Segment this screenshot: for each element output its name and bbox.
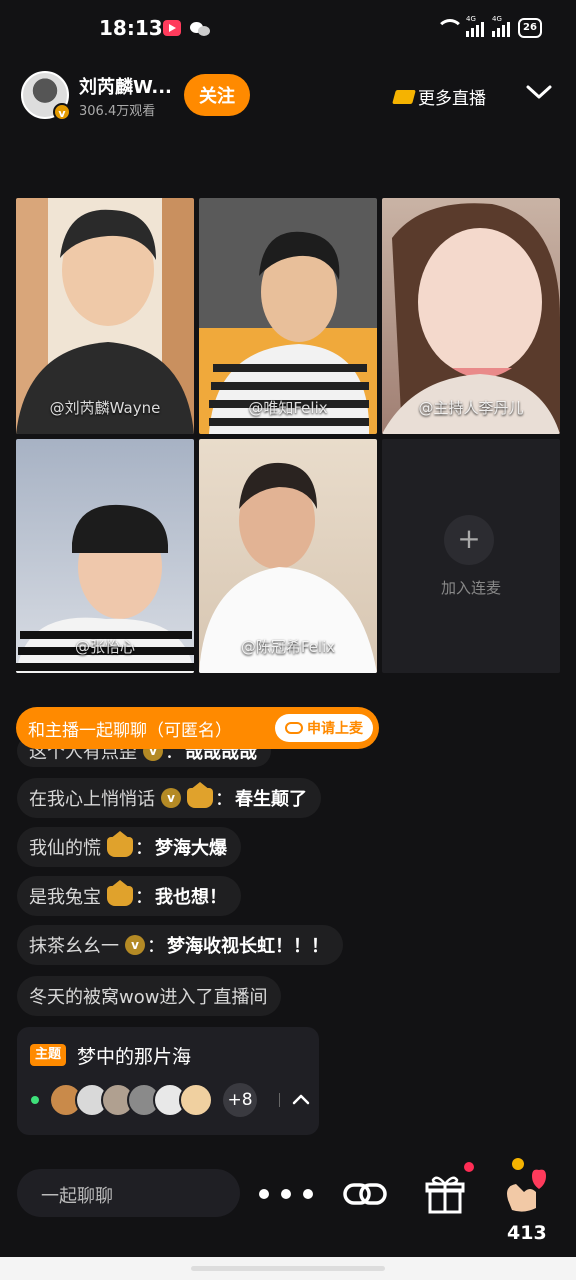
comment-text: 我也想！ bbox=[155, 887, 227, 908]
apply-mic-label: 申请上麦 bbox=[307, 721, 363, 737]
topic-tag: 主题 bbox=[30, 1044, 67, 1066]
guest-name: @张怡心 bbox=[74, 638, 135, 656]
join-mic-label: 加入连麦 bbox=[440, 579, 501, 597]
ticket-icon bbox=[392, 89, 416, 104]
divider bbox=[279, 1093, 280, 1107]
more-live-label: 更多直播 bbox=[418, 89, 486, 109]
crown-badge-icon bbox=[107, 831, 133, 857]
comment-user[interactable]: 我仙的慌 bbox=[29, 834, 101, 860]
wifi-icon bbox=[436, 19, 464, 37]
join-mic-tile[interactable]: + 加入连麦 bbox=[382, 439, 560, 673]
more-options-icon[interactable] bbox=[259, 1170, 313, 1218]
avatar[interactable] bbox=[179, 1083, 213, 1117]
guest-name: @陈冠希Felix bbox=[240, 638, 336, 656]
like-hand-heart-icon[interactable] bbox=[502, 1156, 548, 1218]
chevron-up-icon[interactable] bbox=[289, 1089, 313, 1109]
chevron-down-icon[interactable] bbox=[525, 82, 553, 102]
comment-item: 在我心上悄悄话 v ： 春生颠了 bbox=[17, 778, 321, 818]
topic-title: 梦中的那片海 bbox=[77, 1046, 192, 1068]
host-name[interactable]: 刘芮麟W... bbox=[79, 73, 172, 99]
more-live-button[interactable]: 更多直播 bbox=[392, 84, 486, 109]
status-time: 18:13 bbox=[99, 16, 163, 40]
join-notice: 冬天的被窝wow进入了直播间 bbox=[29, 987, 268, 1008]
level-badge: v bbox=[161, 788, 181, 808]
comment-text: 春生颠了 bbox=[235, 789, 307, 810]
guest-name: @刘芮麟Wayne bbox=[49, 399, 161, 417]
chat-input[interactable]: 一起聊聊 bbox=[17, 1169, 240, 1217]
apply-mic-button[interactable]: 申请上麦 bbox=[275, 714, 373, 742]
banner-text: 和主播一起聊聊（可匿名） bbox=[28, 720, 232, 741]
host-avatar[interactable]: v bbox=[21, 71, 71, 121]
video-app-icon bbox=[163, 20, 181, 36]
comment-item: 我仙的慌 ： 梦海大爆 bbox=[17, 827, 241, 867]
comment-item: 抹茶幺幺一 v ： 梦海收视长虹！！！ bbox=[17, 925, 343, 965]
video-tile[interactable]: @主持人李丹儿 bbox=[382, 198, 560, 434]
video-tile[interactable]: @陈冠希Felix bbox=[199, 439, 377, 673]
video-tile[interactable]: @刘芮麟Wayne bbox=[16, 198, 194, 434]
crown-badge-icon bbox=[187, 782, 213, 808]
link-icon bbox=[285, 722, 303, 734]
status-bar: 18:13 4G 4G 26 bbox=[0, 0, 576, 60]
level-badge: v bbox=[125, 935, 145, 955]
follow-button[interactable]: 关注 bbox=[184, 74, 250, 116]
online-dot-icon bbox=[31, 1096, 39, 1104]
plus-icon[interactable]: + bbox=[444, 515, 494, 565]
gift-icon[interactable] bbox=[421, 1170, 469, 1218]
verified-badge: v bbox=[53, 103, 71, 121]
notification-dot bbox=[464, 1162, 474, 1172]
wechat-icon bbox=[190, 20, 210, 36]
comment-user[interactable]: 在我心上悄悄话 bbox=[29, 785, 155, 811]
video-tile[interactable]: @唯知Felix bbox=[199, 198, 377, 434]
like-count: 413 bbox=[507, 1222, 547, 1244]
link-mic-icon[interactable] bbox=[341, 1170, 389, 1218]
crown-badge-icon bbox=[107, 880, 133, 906]
chat-input-placeholder: 一起聊聊 bbox=[41, 1186, 113, 1207]
signal-icon-2: 4G bbox=[492, 15, 510, 37]
view-count: 306.4万观看 bbox=[79, 104, 156, 119]
guest-name: @主持人李丹儿 bbox=[418, 399, 524, 417]
signal-icon: 4G bbox=[466, 15, 484, 37]
system-message: 冬天的被窝wow进入了直播间 bbox=[17, 976, 282, 1016]
comment-text: 梦海收视长虹！！！ bbox=[167, 936, 329, 957]
video-tile[interactable]: @张怡心 bbox=[16, 439, 194, 673]
topic-card[interactable]: 主题 梦中的那片海 +8 bbox=[17, 1027, 319, 1135]
more-members-count[interactable]: +8 bbox=[223, 1083, 257, 1117]
chat-with-host-banner[interactable]: 和主播一起聊聊（可匿名） 申请上麦 bbox=[16, 707, 379, 749]
guest-name: @唯知Felix bbox=[248, 399, 328, 417]
battery-icon: 26 bbox=[518, 18, 542, 38]
home-indicator[interactable] bbox=[191, 1266, 385, 1271]
comment-item: 是我兔宝 ： 我也想！ bbox=[17, 876, 241, 916]
comment-user[interactable]: 抹茶幺幺一 bbox=[29, 932, 119, 958]
comment-text: 梦海大爆 bbox=[155, 838, 227, 859]
comment-user[interactable]: 是我兔宝 bbox=[29, 883, 101, 909]
